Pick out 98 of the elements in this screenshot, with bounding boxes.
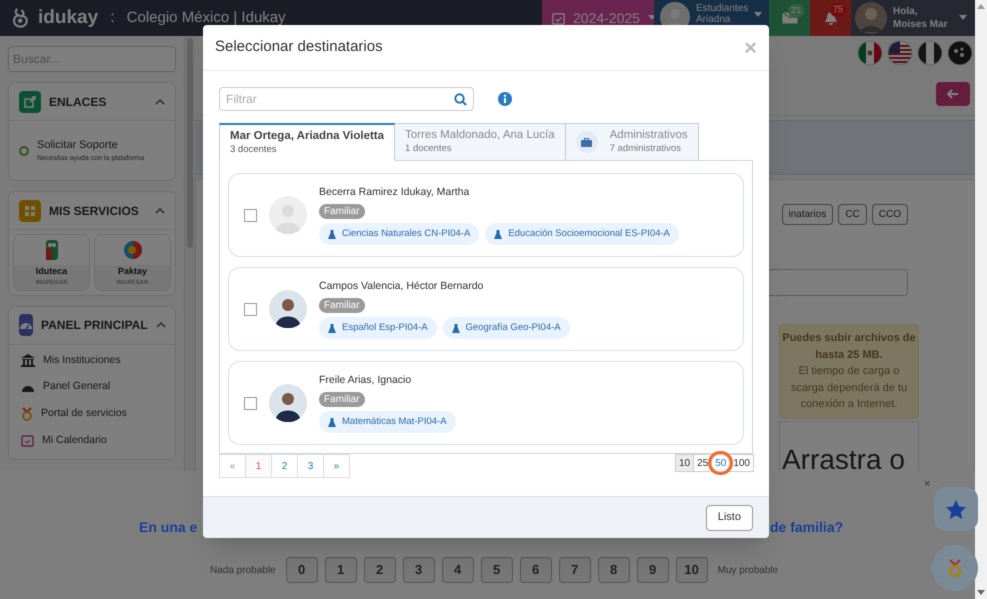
flask-icon xyxy=(328,418,336,427)
grid-icon xyxy=(19,200,41,222)
score-button[interactable]: 5 xyxy=(480,557,513,583)
caret-icon xyxy=(959,15,967,21)
score-button[interactable]: 8 xyxy=(598,557,630,583)
person-avatar-icon xyxy=(855,2,887,34)
role-badge: Familiar xyxy=(319,204,365,220)
brand-name: idukay xyxy=(38,6,98,30)
person-name: Freile Arias, Ignacio xyxy=(319,372,412,388)
subject-chip: Geografía Geo-PI04-A xyxy=(442,317,570,340)
page-size-option[interactable]: 25 xyxy=(693,454,712,472)
page-size-option[interactable]: 100 xyxy=(729,454,754,472)
chevron-icon xyxy=(156,322,166,328)
upload-notice: Puedes subir archivos de hasta 25 MB. El tiempo de carga o scarga dependerá de tu conexión a Internet. xyxy=(779,324,919,419)
page-size-option[interactable]: 10 xyxy=(674,454,694,472)
external-link-icon xyxy=(19,90,41,112)
subject-chip: Ciencias Naturales CN-PI04-A xyxy=(319,223,480,246)
notifications-button[interactable]: 75 xyxy=(810,0,851,36)
menu-item[interactable]: Panel General xyxy=(21,379,163,395)
avatar-placeholder-icon xyxy=(269,196,307,234)
chevron-icon xyxy=(155,98,165,104)
person-name: Becerra Ramirez Idukay, Martha xyxy=(319,184,470,200)
person-avatar-icon xyxy=(269,290,307,328)
owl-logo-icon xyxy=(46,240,58,260)
flask-icon xyxy=(328,324,336,333)
recipient-tab[interactable]: Mar Ortega, Ariadna Violetta 3 docentes xyxy=(219,123,396,161)
caret-icon xyxy=(754,12,762,18)
score-button[interactable]: 0 xyxy=(286,557,318,583)
search-icon xyxy=(454,92,467,106)
filter-field[interactable]: Filtrar xyxy=(219,87,474,111)
recipient-tab[interactable]: Torres Maldonado, Ana Lucía 1 docentes xyxy=(394,123,566,161)
score-button[interactable]: 10 xyxy=(676,557,708,583)
page-link[interactable]: 1 xyxy=(245,454,272,478)
page-size-option[interactable]: 50 xyxy=(711,454,730,472)
checkbox[interactable] xyxy=(244,396,257,410)
section-title: ENLACES xyxy=(49,94,108,110)
score-button[interactable]: 7 xyxy=(558,557,591,583)
logo-icon xyxy=(12,7,30,29)
collapse-toggle[interactable] xyxy=(155,98,165,104)
survey-question: En una e xyxy=(139,518,198,537)
recipient-tab[interactable]: Administrativos 7 administrativos xyxy=(564,123,699,161)
subject-chip: Educación Socioemocional ES-PI04-A xyxy=(485,223,679,246)
score-button[interactable]: 4 xyxy=(442,557,474,583)
checkbox[interactable] xyxy=(244,302,257,316)
page-link[interactable]: 3 xyxy=(297,454,324,478)
done-button[interactable]: Listo xyxy=(706,504,753,530)
checkbox[interactable] xyxy=(244,208,257,222)
star-icon xyxy=(946,500,966,518)
dashboard-icon xyxy=(19,314,33,336)
role-badge: Familiar xyxy=(319,392,365,408)
page-link[interactable]: 2 xyxy=(271,454,298,478)
recipient-button[interactable]: inatarios xyxy=(782,204,834,225)
scale-label: Nada probable xyxy=(210,564,276,578)
briefcase-icon xyxy=(581,138,592,146)
lifebuoy-icon xyxy=(19,146,29,156)
dialog-title: Seleccionar destinatarios xyxy=(215,37,383,58)
section-title: MIS SERVICIOS xyxy=(49,202,140,220)
score-button[interactable]: 9 xyxy=(636,557,669,583)
scroll-up-icon xyxy=(977,4,985,9)
chevron-icon xyxy=(155,208,165,214)
swirl-logo-icon xyxy=(122,240,142,260)
close-button[interactable]: × xyxy=(924,479,930,490)
role-badge: Familiar xyxy=(319,298,365,314)
score-button[interactable]: 3 xyxy=(402,557,435,583)
person-avatar-icon xyxy=(269,384,307,422)
collapse-toggle[interactable] xyxy=(155,208,165,214)
school-name: Colegio México | Idukay xyxy=(126,8,286,28)
score-button[interactable]: 2 xyxy=(364,557,396,583)
flask-icon xyxy=(494,230,502,239)
scale-label: Muy probable xyxy=(718,564,778,578)
bank-icon xyxy=(21,354,35,367)
menu-item[interactable]: Mis Instituciones xyxy=(21,352,163,368)
flask-icon xyxy=(452,324,460,333)
page-link[interactable]: » xyxy=(323,454,350,478)
person-name: Campos Valencia, Héctor Bernardo xyxy=(319,278,484,294)
subject-chip: Matemáticas Mat-PI04-A xyxy=(319,411,456,434)
calendar-icon xyxy=(21,434,34,448)
survey-question: de familia? xyxy=(770,518,844,537)
brand-separator: : xyxy=(110,8,115,28)
subject-chip: Español Esp-PI04-A xyxy=(319,317,437,340)
favorites-button[interactable] xyxy=(934,487,978,531)
user-menu[interactable]: Hola, Moises Mar xyxy=(851,0,975,36)
medal-icon xyxy=(21,406,33,421)
menu-item[interactable]: Portal de servicios xyxy=(21,406,163,422)
assistant-button[interactable] xyxy=(932,545,978,591)
scroll-down-icon xyxy=(977,590,985,595)
arrow-left-icon xyxy=(947,89,959,99)
collapse-toggle[interactable] xyxy=(156,322,166,328)
score-button[interactable]: 1 xyxy=(324,557,357,583)
recipient-button[interactable]: CCO xyxy=(872,204,908,225)
section-title: PANEL PRINCIPAL xyxy=(41,317,148,334)
back-button[interactable] xyxy=(936,82,970,106)
recipient-button[interactable]: CC xyxy=(838,204,867,225)
flask-icon xyxy=(328,230,336,239)
score-button[interactable]: 6 xyxy=(520,557,552,583)
menu-item[interactable]: Mi Calendario xyxy=(21,432,163,448)
info-icon xyxy=(498,92,512,106)
medal-icon xyxy=(947,559,963,577)
